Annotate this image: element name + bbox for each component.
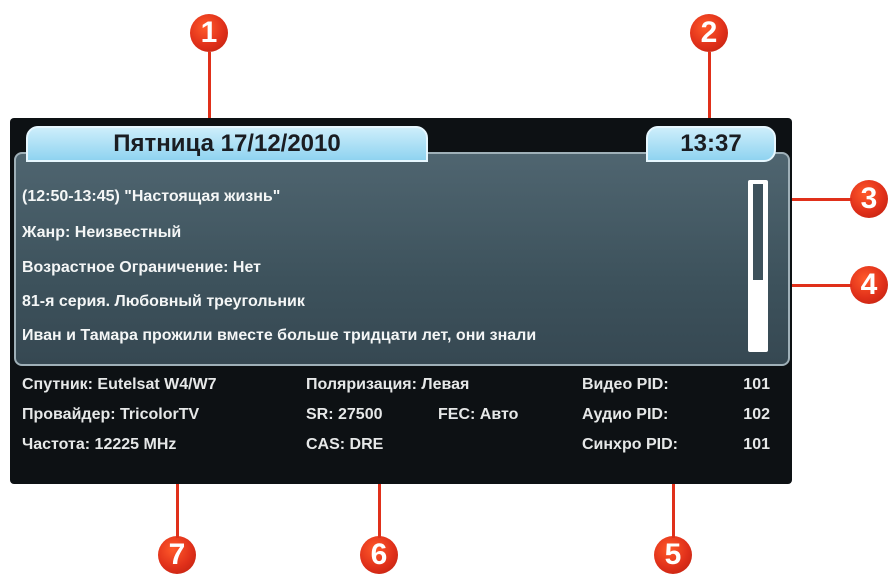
provider-info: Провайдер: TricolorTV: [22, 406, 200, 423]
program-description-line: Иван и Тамара прожили вместе больше трид…: [22, 327, 537, 344]
program-title-line: (12:50-13:45) "Настоящая жизнь": [22, 188, 281, 205]
satellite-info: Спутник: Eutelsat W4/W7: [22, 376, 217, 393]
date-tab: Пятница 17/12/2010: [26, 126, 428, 162]
scrollbar-thumb[interactable]: [753, 184, 763, 280]
callout-7: 7: [158, 536, 196, 574]
symbol-rate-info: SR: 27500: [306, 406, 383, 423]
clock-tab: 13:37: [646, 126, 776, 162]
program-genre-line: Жанр: Неизвестный: [22, 224, 182, 241]
frequency-info: Частота: 12225 MHz: [22, 436, 177, 453]
callout-4: 4: [850, 266, 888, 304]
callout-3: 3: [850, 180, 888, 218]
callout-2: 2: [690, 14, 728, 52]
sync-pid-label: Синхро PID:: [582, 436, 678, 453]
video-pid-value: 101: [743, 376, 770, 393]
polarization-info: Поляризация: Левая: [306, 376, 470, 393]
callout-1: 1: [190, 14, 228, 52]
callout-6: 6: [360, 536, 398, 574]
program-age-rating-line: Возрастное Ограничение: Нет: [22, 259, 261, 276]
video-pid-label: Видео PID:: [582, 376, 669, 393]
description-scrollbar[interactable]: [748, 180, 768, 352]
fec-info: FEC: Авто: [438, 406, 519, 423]
audio-pid-value: 102: [743, 406, 770, 423]
callout-5: 5: [654, 536, 692, 574]
audio-pid-label: Аудио PID:: [582, 406, 669, 423]
cas-info: CAS: DRE: [306, 436, 384, 453]
sync-pid-value: 101: [743, 436, 770, 453]
program-episode-line: 81-я серия. Любовный треугольник: [22, 293, 305, 310]
